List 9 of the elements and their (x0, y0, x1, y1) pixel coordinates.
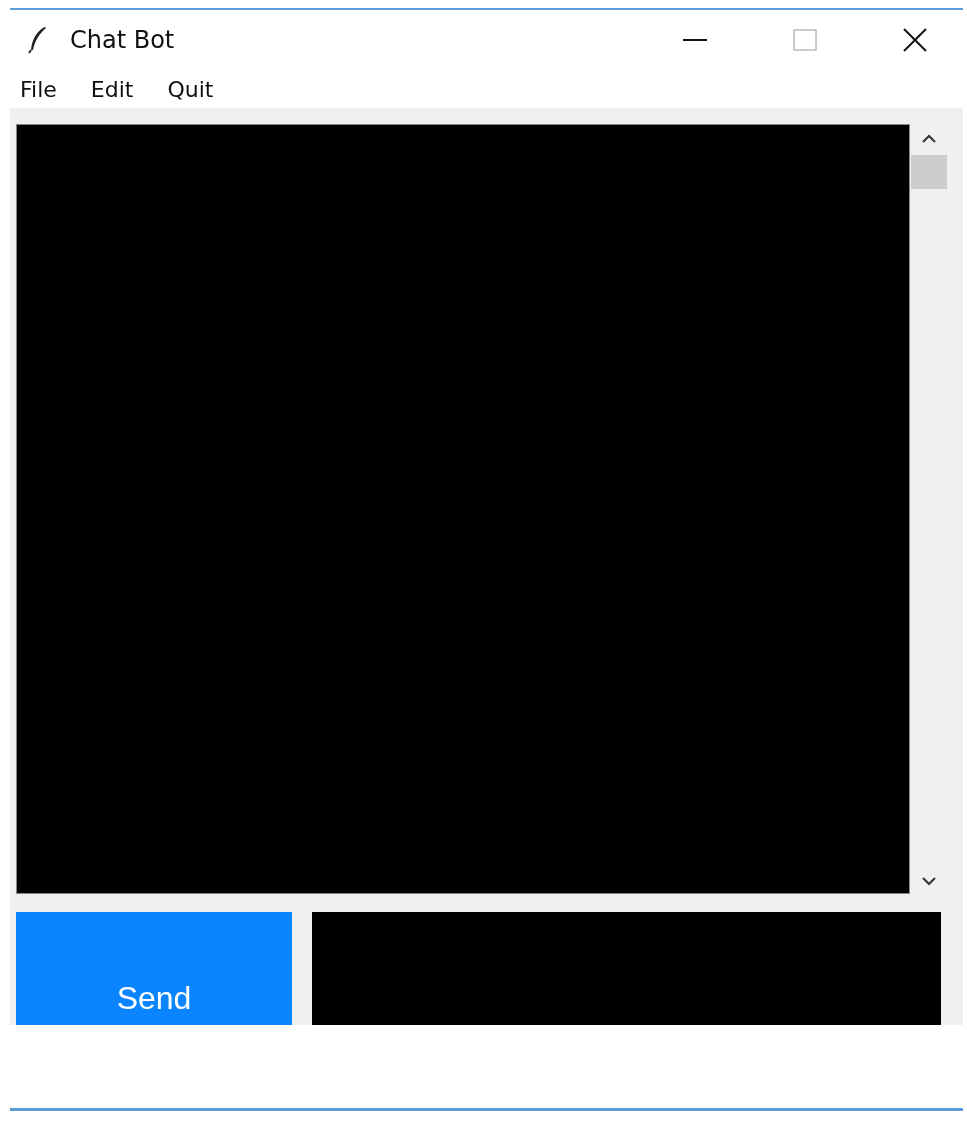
menu-item[interactable]: File (20, 76, 57, 102)
scroll-thumb[interactable] (911, 155, 947, 189)
close-icon[interactable] (903, 28, 927, 52)
message-input[interactable] (312, 912, 941, 1025)
feather-icon (28, 26, 48, 54)
send-button[interactable]: Send (16, 912, 292, 1025)
menu-item[interactable]: Edit (90, 76, 134, 102)
window-title: Chat Bot (70, 26, 175, 54)
menu-item[interactable]: Quit (167, 76, 214, 102)
